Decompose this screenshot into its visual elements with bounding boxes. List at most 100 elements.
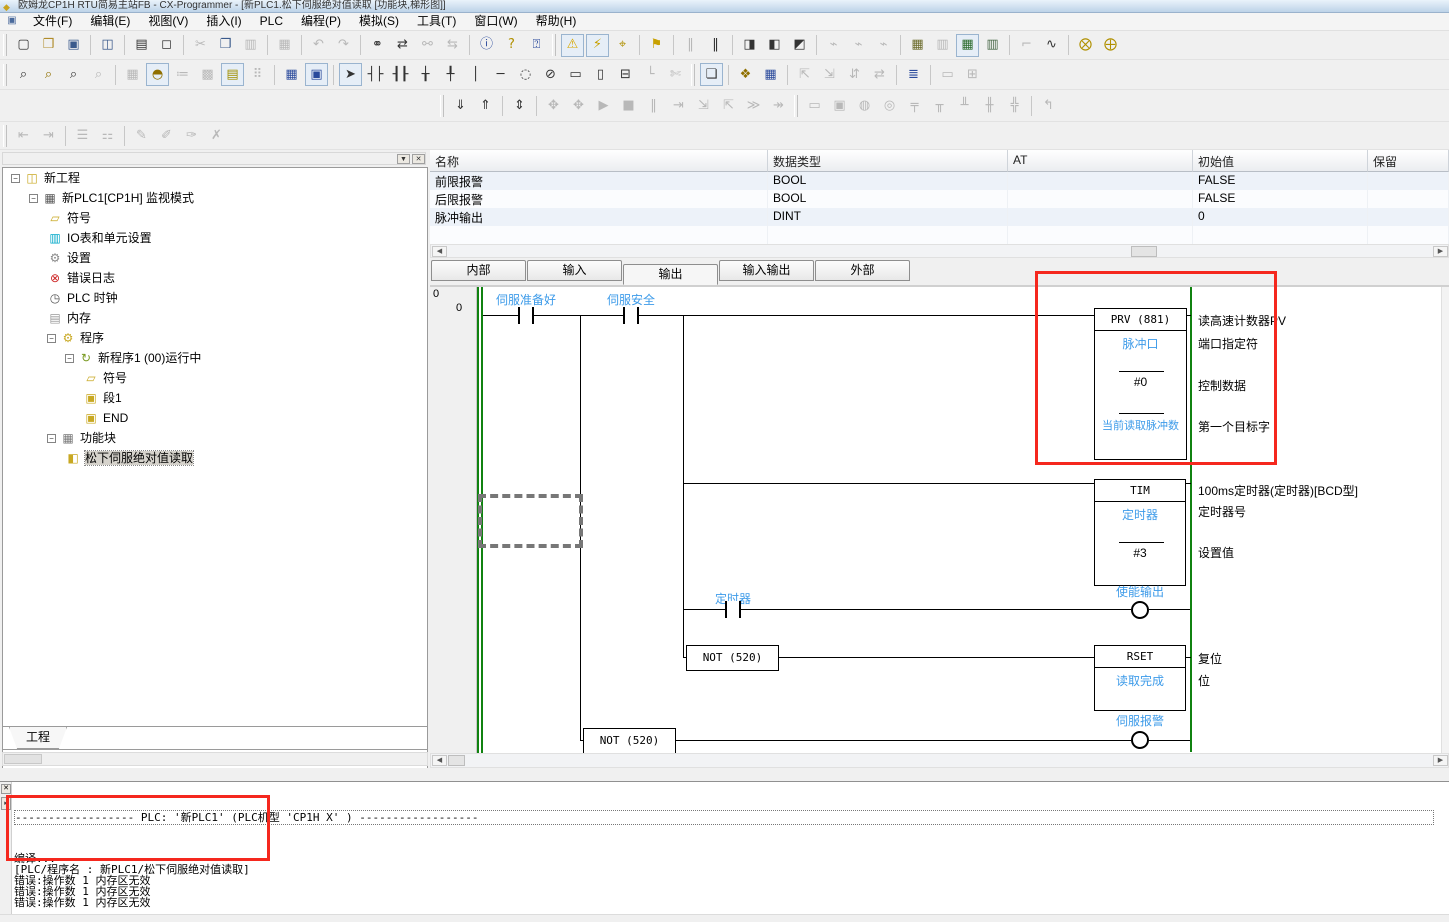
force-off-icon[interactable]: ◎ bbox=[878, 94, 901, 117]
coil-servo-alarm[interactable] bbox=[1131, 731, 1149, 749]
menu-item[interactable]: 视图(V) bbox=[139, 13, 197, 29]
expand-toggle-icon[interactable]: − bbox=[29, 194, 38, 203]
monitor-data-icon[interactable]: ▥ bbox=[981, 34, 1004, 57]
export-symbol-icon[interactable]: ⇲ bbox=[818, 63, 841, 86]
menu-item[interactable]: 窗口(W) bbox=[465, 13, 526, 29]
table-cell[interactable] bbox=[1008, 208, 1193, 226]
ladder-vscrollbar[interactable] bbox=[1441, 287, 1449, 753]
edit-pen1-icon[interactable]: ✎ bbox=[130, 124, 153, 147]
program-transfer-icon[interactable]: ◧ bbox=[763, 34, 786, 57]
pause-icon[interactable]: ‖ bbox=[704, 34, 727, 57]
windows-function-icon[interactable]: ❏ bbox=[700, 63, 723, 86]
grid-icon[interactable]: ▦ bbox=[121, 63, 144, 86]
run-to-cursor-icon[interactable]: ≫ bbox=[742, 94, 765, 117]
step-icon[interactable]: ⇥ bbox=[667, 94, 690, 117]
pause-sim-icon[interactable]: ‖ bbox=[642, 94, 665, 117]
menu-item[interactable]: 编程(P) bbox=[292, 13, 350, 29]
tree-item-io-table[interactable]: ▥IO表和单元设置 bbox=[3, 228, 427, 248]
table-cell[interactable] bbox=[1368, 190, 1449, 208]
compare-program-icon[interactable]: ◫ bbox=[96, 34, 119, 57]
zoom-fit-icon[interactable]: ⌕ bbox=[62, 63, 85, 86]
show-address-icon[interactable]: ▦ bbox=[280, 63, 303, 86]
redo-icon[interactable]: ↷ bbox=[332, 34, 355, 57]
select-mode-icon[interactable]: ➤ bbox=[339, 63, 362, 86]
table-cell[interactable] bbox=[1368, 208, 1449, 226]
workspace-menu-button[interactable]: ▼ bbox=[397, 154, 410, 164]
save-icon[interactable]: ▣ bbox=[62, 34, 85, 57]
menu-item[interactable]: 编辑(E) bbox=[81, 13, 139, 29]
table-cell[interactable]: FALSE bbox=[1193, 190, 1368, 208]
table-cell[interactable] bbox=[768, 226, 1008, 244]
new-closed-contact-icon[interactable]: ┨┠ bbox=[389, 63, 412, 86]
monitor-window-icon[interactable]: ▦ bbox=[956, 34, 979, 57]
table-cell[interactable]: FALSE bbox=[1193, 172, 1368, 190]
force-cancel-icon[interactable]: ╤ bbox=[903, 94, 926, 117]
about-icon[interactable]: ⓘ bbox=[475, 34, 498, 57]
open-file-icon[interactable]: ❒ bbox=[37, 34, 60, 57]
stack-online-icon[interactable]: ❖ bbox=[734, 63, 757, 86]
table-cell[interactable]: 前限报警 bbox=[430, 172, 768, 190]
monitor-all-icon[interactable]: ▥ bbox=[931, 34, 954, 57]
table-cell[interactable] bbox=[1008, 226, 1193, 244]
table-cell[interactable]: 0 bbox=[1193, 208, 1368, 226]
tab-外部[interactable]: 外部 bbox=[815, 260, 910, 281]
tree-item-section[interactable]: ▣段1 bbox=[3, 388, 427, 408]
transfer-warning-icon[interactable]: ⚑ bbox=[645, 34, 668, 57]
instruction-block-rset[interactable]: RSET 读取完成 bbox=[1094, 645, 1186, 711]
find-icon[interactable]: ⚭ bbox=[366, 34, 389, 57]
menu-item[interactable]: 模拟(S) bbox=[350, 13, 408, 29]
tree-item-project[interactable]: −◫新工程 bbox=[3, 168, 427, 188]
replace-icon[interactable]: ⇄ bbox=[391, 34, 414, 57]
rung-comment-icon[interactable]: ◓ bbox=[146, 63, 169, 86]
network-monitor-icon[interactable]: ⌁ bbox=[872, 34, 895, 57]
ladder-hscrollbar[interactable]: ◀ ▶ bbox=[430, 753, 1449, 768]
paste-special-icon[interactable]: ▦ bbox=[273, 34, 296, 57]
find-fault-icon[interactable]: ⌖ bbox=[611, 34, 634, 57]
table-cell[interactable]: 后限报警 bbox=[430, 190, 768, 208]
differential-monitor-icon[interactable]: ⌐ bbox=[1015, 34, 1038, 57]
new-fb-invoke-icon[interactable]: ▯ bbox=[589, 63, 612, 86]
run-icon[interactable]: ▶ bbox=[592, 94, 615, 117]
new-coil-icon[interactable]: ◌ bbox=[514, 63, 537, 86]
stop-icon[interactable]: ■ bbox=[617, 94, 640, 117]
align-list-icon[interactable]: ☰ bbox=[71, 124, 94, 147]
new-instruction-icon[interactable]: ▭ bbox=[564, 63, 587, 86]
rung-annotation-icon[interactable]: ≔ bbox=[171, 63, 194, 86]
table-row[interactable] bbox=[430, 226, 1449, 244]
table-cell[interactable] bbox=[1193, 226, 1368, 244]
table-cell[interactable] bbox=[1368, 172, 1449, 190]
instruction-block-not[interactable]: NOT (520) bbox=[583, 728, 676, 753]
io-comment-icon[interactable]: ▩ bbox=[196, 63, 219, 86]
contact-servo-ready[interactable] bbox=[518, 307, 534, 324]
differentiate-down-icon[interactable]: ╫ bbox=[978, 94, 1001, 117]
table-cell[interactable]: BOOL bbox=[768, 190, 1008, 208]
address-reference-icon[interactable]: ≣ bbox=[902, 63, 925, 86]
table-row[interactable]: 前限报警BOOLFALSE bbox=[430, 172, 1449, 190]
undo-icon[interactable]: ↶ bbox=[307, 34, 330, 57]
scroll-right-arrow-icon[interactable]: ▶ bbox=[1433, 246, 1448, 257]
tree-item-plc-clock[interactable]: ◷PLC 时钟 bbox=[3, 288, 427, 308]
new-horizontal-icon[interactable]: ─ bbox=[489, 63, 512, 86]
coil-enable-output[interactable] bbox=[1131, 601, 1149, 619]
program-verify-icon[interactable]: ◩ bbox=[788, 34, 811, 57]
step-out-icon[interactable]: ⇱ bbox=[717, 94, 740, 117]
contact-servo-safe[interactable] bbox=[623, 307, 639, 324]
substitute-icon[interactable]: ⇆ bbox=[441, 34, 464, 57]
column-header[interactable]: 保留 bbox=[1368, 150, 1449, 172]
scrollbar-thumb[interactable] bbox=[448, 755, 465, 766]
contact-timer[interactable] bbox=[725, 601, 741, 618]
new-or-contact-icon[interactable]: ╁ bbox=[414, 63, 437, 86]
scroll-left-arrow-icon[interactable]: ◀ bbox=[432, 755, 447, 766]
operand[interactable]: 定时器 bbox=[1095, 506, 1185, 523]
expand-toggle-icon[interactable]: − bbox=[65, 354, 74, 363]
transfer-to-plc-icon[interactable]: ⇓ bbox=[449, 94, 472, 117]
compare-with-plc-icon[interactable]: ⇕ bbox=[508, 94, 531, 117]
scroll-right-arrow-icon[interactable]: ▶ bbox=[1433, 755, 1448, 766]
column-header[interactable]: 数据类型 bbox=[768, 150, 1008, 172]
ladder-cursor[interactable] bbox=[478, 494, 583, 548]
pause-target-icon[interactable]: ✥ bbox=[542, 94, 565, 117]
tree-item-memory[interactable]: ▤内存 bbox=[3, 308, 427, 328]
fb-ladder-editor[interactable]: 0 0 伺服准备好 伺服安全 PRV (881) 脉冲口 #0 当前读取脉冲数 … bbox=[430, 285, 1449, 753]
time-chart-icon[interactable]: ∿ bbox=[1040, 34, 1063, 57]
symbol-table-hscrollbar[interactable]: ◀ ▶ bbox=[430, 244, 1449, 258]
